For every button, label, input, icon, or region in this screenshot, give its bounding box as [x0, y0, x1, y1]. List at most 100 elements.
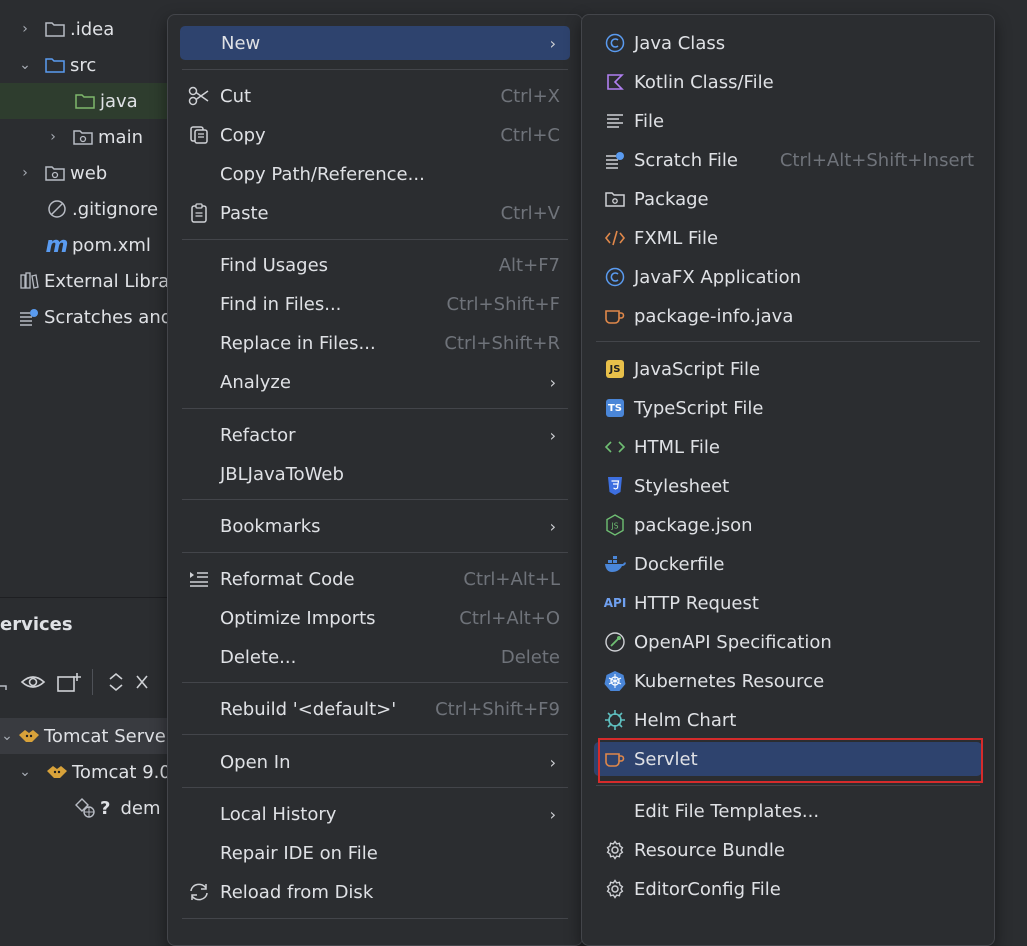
scratch-file-icon [604, 149, 626, 171]
javascript-icon: JS [604, 358, 626, 380]
new-html-file[interactable]: HTML File [594, 430, 982, 464]
nodejs-icon: JS [604, 514, 626, 536]
expand-collapse-icon[interactable] [107, 671, 125, 693]
menu-item-find-usages[interactable]: Find Usages Alt+F7 [180, 248, 570, 282]
menu-separator [182, 408, 568, 409]
menu-separator [182, 69, 568, 70]
menu-item-repair-ide[interactable]: Repair IDE on File [180, 836, 570, 870]
menu-item-rebuild[interactable]: Rebuild '<default>' Ctrl+Shift+F9 [180, 692, 570, 726]
new-dockerfile[interactable]: Dockerfile [594, 547, 982, 581]
menu-item-jbljavatoweb[interactable]: JBLJavaToWeb [180, 457, 570, 491]
new-stylesheet[interactable]: Stylesheet [594, 469, 982, 503]
menu-item-label: Find in Files... [220, 293, 342, 315]
new-javascript-file[interactable]: JS JavaScript File [594, 352, 982, 386]
new-kotlin-class[interactable]: Kotlin Class/File [594, 65, 982, 99]
new-servlet[interactable]: Servlet [594, 742, 982, 776]
menu-item-copy[interactable]: Copy Ctrl+C [180, 118, 570, 152]
close-all-icon[interactable] [135, 671, 149, 693]
menu-item-label: Kotlin Class/File [634, 71, 774, 93]
menu-item-local-history[interactable]: Local History › [180, 797, 570, 831]
css-icon [604, 475, 626, 497]
new-http-request[interactable]: API HTTP Request [594, 586, 982, 620]
copy-icon [188, 124, 210, 146]
java-class-icon [604, 32, 626, 54]
menu-item-copy-path[interactable]: Copy Path/Reference... [180, 157, 570, 191]
menu-item-reload-from-disk[interactable]: Reload from Disk [180, 875, 570, 909]
source-folder-icon [44, 54, 66, 76]
chevron-right-icon: › [549, 372, 556, 392]
menu-item-cut[interactable]: Cut Ctrl+X [180, 79, 570, 113]
menu-item-label: FXML File [634, 227, 719, 249]
menu-item-label: Rebuild '<default>' [220, 698, 397, 720]
new-editorconfig-file[interactable]: EditorConfig File [594, 872, 982, 906]
collapse-icon[interactable] [0, 672, 10, 692]
chevron-right-icon[interactable]: › [18, 165, 32, 181]
tree-item-label: pom.xml [72, 234, 151, 256]
service-label: dem [120, 797, 161, 819]
tree-item-label: web [70, 162, 108, 184]
tree-item-label: java [100, 90, 138, 112]
new-openapi-specification[interactable]: OpenAPI Specification [594, 625, 982, 659]
menu-item-optimize-imports[interactable]: Optimize Imports Ctrl+Alt+O [180, 601, 570, 635]
new-helm-chart[interactable]: Helm Chart [594, 703, 982, 737]
menu-item-refactor[interactable]: Refactor › [180, 418, 570, 452]
chevron-down-icon[interactable]: ⌄ [18, 57, 32, 73]
tree-item-label: main [98, 126, 143, 148]
gear-icon [604, 878, 626, 900]
new-file[interactable]: File [594, 104, 982, 138]
menu-item-label: Package [634, 188, 709, 210]
new-package-json[interactable]: JS package.json [594, 508, 982, 542]
new-kubernetes-resource[interactable]: Kubernetes Resource [594, 664, 982, 698]
java-folder-icon [74, 90, 96, 112]
chevron-right-icon[interactable]: › [46, 129, 60, 145]
new-fxml-file[interactable]: FXML File [594, 221, 982, 255]
java-class-icon [604, 266, 626, 288]
menu-item-open-in[interactable]: Open In › [180, 745, 570, 779]
menu-item-label: Reformat Code [220, 568, 355, 590]
new-package[interactable]: Package [594, 182, 982, 216]
menu-item-label: Analyze [220, 371, 291, 393]
menu-item-label: Dockerfile [634, 553, 725, 575]
api-icon: API [603, 592, 627, 614]
ignore-file-icon [46, 198, 68, 220]
menu-item-analyze[interactable]: Analyze › [180, 365, 570, 399]
menu-item-find-in-files[interactable]: Find in Files... Ctrl+Shift+F [180, 287, 570, 321]
reload-icon [188, 881, 210, 903]
menu-item-replace-in-files[interactable]: Replace in Files... Ctrl+Shift+R [180, 326, 570, 360]
shortcut-label: Alt+F7 [498, 254, 560, 276]
maven-icon: m [45, 232, 69, 258]
web-folder-icon [44, 162, 66, 184]
menu-item-label: HTTP Request [634, 592, 759, 614]
chevron-down-icon[interactable]: ⌄ [0, 728, 14, 744]
scissors-icon [188, 85, 210, 107]
menu-item-paste[interactable]: Paste Ctrl+V [180, 196, 570, 230]
unknown-status-marker: ? [100, 797, 111, 819]
tree-item-label: External Librar [44, 270, 177, 292]
new-java-class[interactable]: Java Class [594, 26, 982, 60]
api-badge: API [603, 596, 627, 610]
paste-icon [188, 202, 210, 224]
menu-item-bookmarks[interactable]: Bookmarks › [180, 509, 570, 543]
eye-icon[interactable] [20, 672, 46, 692]
new-javafx-application[interactable]: JavaFX Application [594, 260, 982, 294]
new-typescript-file[interactable]: TS TypeScript File [594, 391, 982, 425]
menu-item-reformat-code[interactable]: Reformat Code Ctrl+Alt+L [180, 562, 570, 596]
menu-item-label: Replace in Files... [220, 332, 376, 354]
add-service-icon[interactable] [56, 671, 82, 693]
artifact-icon [74, 797, 96, 819]
menu-item-new[interactable]: New › [180, 26, 570, 60]
chevron-right-icon[interactable]: › [18, 21, 32, 37]
new-resource-bundle[interactable]: Resource Bundle [594, 833, 982, 867]
menu-separator [182, 787, 568, 788]
edit-file-templates[interactable]: Edit File Templates... [594, 794, 982, 828]
menu-item-label: Copy [220, 124, 266, 146]
chevron-right-icon: › [549, 33, 556, 53]
chevron-down-icon[interactable]: ⌄ [18, 764, 32, 780]
menu-separator [596, 341, 980, 342]
menu-item-delete[interactable]: Delete... Delete [180, 640, 570, 674]
shortcut-label: Ctrl+Shift+F [446, 293, 560, 315]
new-package-info[interactable]: package-info.java [594, 299, 982, 333]
new-scratch-file[interactable]: Scratch File Ctrl+Alt+Shift+Insert [594, 143, 982, 177]
service-label: Tomcat Server [44, 725, 174, 747]
menu-item-label: HTML File [634, 436, 720, 458]
